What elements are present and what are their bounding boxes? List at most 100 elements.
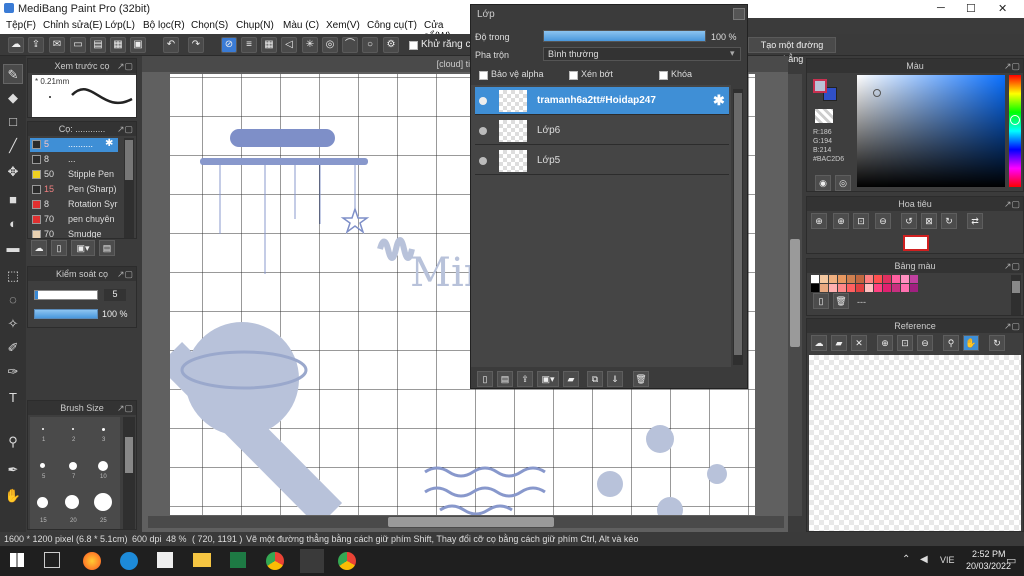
fit-icon[interactable]: ⊡ (853, 213, 869, 229)
size-dot-7[interactable] (69, 462, 77, 470)
palette-swatch[interactable] (838, 284, 846, 292)
bucket-tool-icon[interactable]: ◐ (3, 214, 23, 234)
pen-tool-icon[interactable]: ✒ (3, 460, 23, 480)
hand-tool-icon[interactable]: ✋ (3, 486, 23, 506)
menu-color[interactable]: Màu (C) (283, 20, 319, 31)
palette-swatch[interactable] (811, 284, 819, 292)
lasso-tool-icon[interactable]: ◌ (3, 290, 23, 310)
zoom-out-icon[interactable]: ⊖ (917, 335, 933, 351)
brush-item[interactable]: 15 Pen (Sharp) (30, 183, 118, 197)
canvas-v-scrollbar[interactable] (788, 74, 802, 516)
zoom-in-icon[interactable]: ⊕ (877, 335, 893, 351)
transparent-color-swatch[interactable] (815, 109, 833, 123)
layer-opacity-slider[interactable] (543, 30, 706, 42)
upload-icon[interactable]: ⇪ (28, 37, 44, 53)
expand-icon[interactable]: ↗▢ (1004, 59, 1020, 73)
color-settings-icon[interactable]: ◎ (835, 175, 851, 191)
firefox-icon[interactable] (83, 552, 101, 570)
line-tool-icon[interactable]: ╱ (3, 136, 23, 156)
palette-swatch[interactable] (829, 275, 837, 283)
expand-icon[interactable]: ↗▢ (1004, 259, 1020, 273)
snap-settings-icon[interactable]: ⚙ (383, 37, 399, 53)
menu-tools[interactable]: Công cụ(T) (367, 20, 417, 31)
menu-layer[interactable]: Lớp(L) (105, 20, 135, 31)
menu-view[interactable]: Xem(V) (326, 20, 360, 31)
hand-icon[interactable]: ✋ (963, 335, 979, 351)
comment-icon[interactable]: ✉ (49, 37, 65, 53)
new-palette-icon[interactable]: ▯ (813, 293, 829, 309)
brush-settings-gear-icon[interactable]: ✱ (105, 138, 113, 149)
maximize-button[interactable]: ☐ (966, 2, 976, 15)
layer-settings-gear-icon[interactable]: ✱ (713, 92, 725, 109)
cloud-icon[interactable]: ☁ (8, 37, 24, 53)
brush-item[interactable]: 70 Smudge (30, 228, 118, 238)
palette-swatch[interactable] (811, 275, 819, 283)
palette-swatch[interactable] (856, 284, 864, 292)
new-halftone-layer-icon[interactable]: ▤ (497, 371, 513, 387)
file-explorer-icon[interactable] (193, 553, 211, 567)
layer-row-selected[interactable]: tramanh6a2tt#Hoidap247 ✱ (475, 87, 729, 115)
cloud-brush-icon[interactable]: ☁ (31, 240, 47, 256)
minimize-button[interactable]: ─ (937, 2, 945, 14)
menu-file[interactable]: Tệp(F) (6, 20, 36, 31)
settings-doc-icon[interactable]: ▣ (130, 37, 146, 53)
expand-icon[interactable]: ↗▢ (117, 122, 133, 136)
palette-swatch[interactable] (820, 275, 828, 283)
snap-off-icon[interactable]: ⊘ (221, 37, 237, 53)
radial-snap-icon[interactable]: ✳ (302, 37, 318, 53)
brush-settings-icon[interactable]: ▤ (99, 240, 115, 256)
menu-capture[interactable]: Chụp(N) (236, 20, 274, 31)
new-brush-icon[interactable]: ▯ (51, 240, 67, 256)
select-tool-icon[interactable]: ⬚ (3, 266, 23, 286)
palette-swatch[interactable] (865, 275, 873, 283)
brush-size-value[interactable]: 5 (104, 289, 126, 301)
reference-canvas[interactable] (809, 355, 1021, 531)
brush-item[interactable]: 8 Rotation Syr (30, 198, 118, 212)
windows-start-icon[interactable] (10, 553, 24, 567)
zoom-in-icon[interactable]: ⊕ (811, 213, 827, 229)
brush-item[interactable]: 70 pen chuyên (30, 213, 118, 227)
delete-layer-icon[interactable]: 🗑 (633, 371, 649, 387)
canvas-h-scrollbar[interactable] (148, 516, 784, 528)
protect-alpha-checkbox[interactable] (479, 71, 488, 80)
brush-item[interactable]: 50 Stipple Pen (30, 168, 118, 182)
ellipse-snap-icon[interactable]: ○ (362, 37, 378, 53)
new-8bit-layer-icon[interactable]: ⇪ (517, 371, 533, 387)
layer-list-scrollbar[interactable] (733, 89, 743, 365)
menu-select[interactable]: Chọn(S) (191, 20, 228, 31)
palette-swatch[interactable] (847, 284, 855, 292)
palette-swatch[interactable] (847, 275, 855, 283)
size-dot-25[interactable] (94, 493, 112, 511)
select-pen-icon[interactable]: ✐ (3, 338, 23, 358)
move-tool-icon[interactable]: ✥ (3, 162, 23, 182)
task-view-icon[interactable] (44, 552, 60, 568)
expand-icon[interactable]: ↗▢ (1004, 319, 1020, 333)
gradient-tool-icon[interactable]: ▬ (3, 238, 23, 258)
rotate-left-icon[interactable]: ↺ (901, 213, 917, 229)
notification-icon[interactable]: ▭ (1006, 554, 1016, 567)
palette-swatch[interactable] (910, 275, 918, 283)
brush-opacity-slider[interactable] (34, 309, 98, 319)
duplicate-layer-icon[interactable]: ⧉ (587, 371, 603, 387)
blend-mode-select[interactable]: Bình thường ▾ (543, 47, 741, 61)
navigator-thumbnail[interactable] (903, 235, 929, 251)
clipping-checkbox[interactable] (569, 71, 578, 80)
rect-tool-icon[interactable]: □ (3, 112, 23, 132)
clock-time[interactable]: 2:52 PM (972, 549, 1006, 559)
store-icon[interactable] (157, 552, 173, 568)
layer-panel-expand-icon[interactable] (733, 8, 745, 20)
palette-swatch[interactable] (892, 275, 900, 283)
new-layer-icon[interactable]: ▯ (477, 371, 493, 387)
folder-icon[interactable]: ▰ (563, 371, 579, 387)
magic-wand-icon[interactable]: ✧ (3, 314, 23, 334)
eyedropper-tool-icon[interactable]: ⚲ (3, 432, 23, 452)
fit-icon[interactable]: ⊡ (897, 335, 913, 351)
excel-icon[interactable] (230, 552, 246, 568)
add-layer-dropdown-icon[interactable]: ▣▾ (537, 371, 559, 387)
visibility-icon[interactable] (479, 97, 487, 105)
zoom-in-icon[interactable]: ⊕ (833, 213, 849, 229)
palette-swatch[interactable] (865, 284, 873, 292)
hue-slider[interactable] (1009, 75, 1021, 187)
palette-swatch[interactable] (901, 284, 909, 292)
lock-checkbox[interactable] (659, 71, 668, 80)
